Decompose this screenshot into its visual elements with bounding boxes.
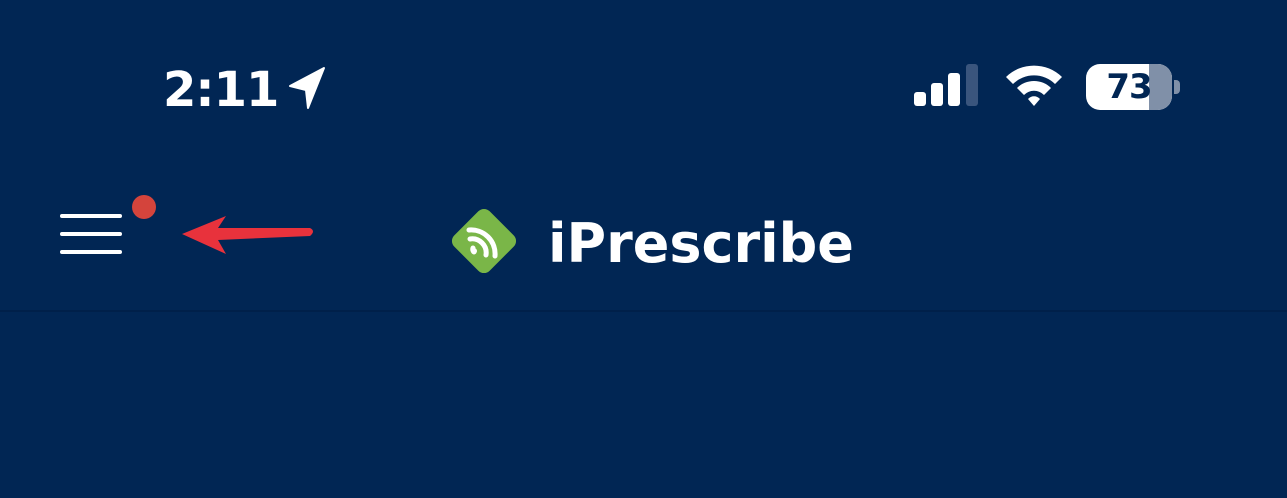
nav-divider (0, 310, 1287, 312)
battery-cap (1174, 80, 1180, 94)
menu-line (60, 214, 122, 218)
iprescribe-logo-icon (446, 203, 522, 283)
app-title: iPrescribe (548, 211, 854, 275)
battery-indicator: 73 (1086, 64, 1180, 110)
app-screen: 2:11 73 iPrescribe (0, 0, 1287, 498)
cellular-signal-icon (914, 64, 982, 110)
app-brand: iPrescribe (446, 205, 854, 281)
status-time: 2:11 (163, 62, 279, 118)
annotation-arrow-icon (178, 214, 318, 262)
status-bar-right: 73 (914, 62, 1180, 112)
notification-badge (132, 195, 156, 219)
battery-level-text: 73 (1106, 67, 1152, 107)
location-arrow-icon (286, 66, 326, 114)
wifi-icon (1004, 63, 1064, 111)
menu-line (60, 250, 122, 254)
hamburger-menu-icon[interactable] (56, 210, 126, 258)
menu-line (60, 232, 122, 236)
status-bar-left: 2:11 (163, 60, 326, 120)
